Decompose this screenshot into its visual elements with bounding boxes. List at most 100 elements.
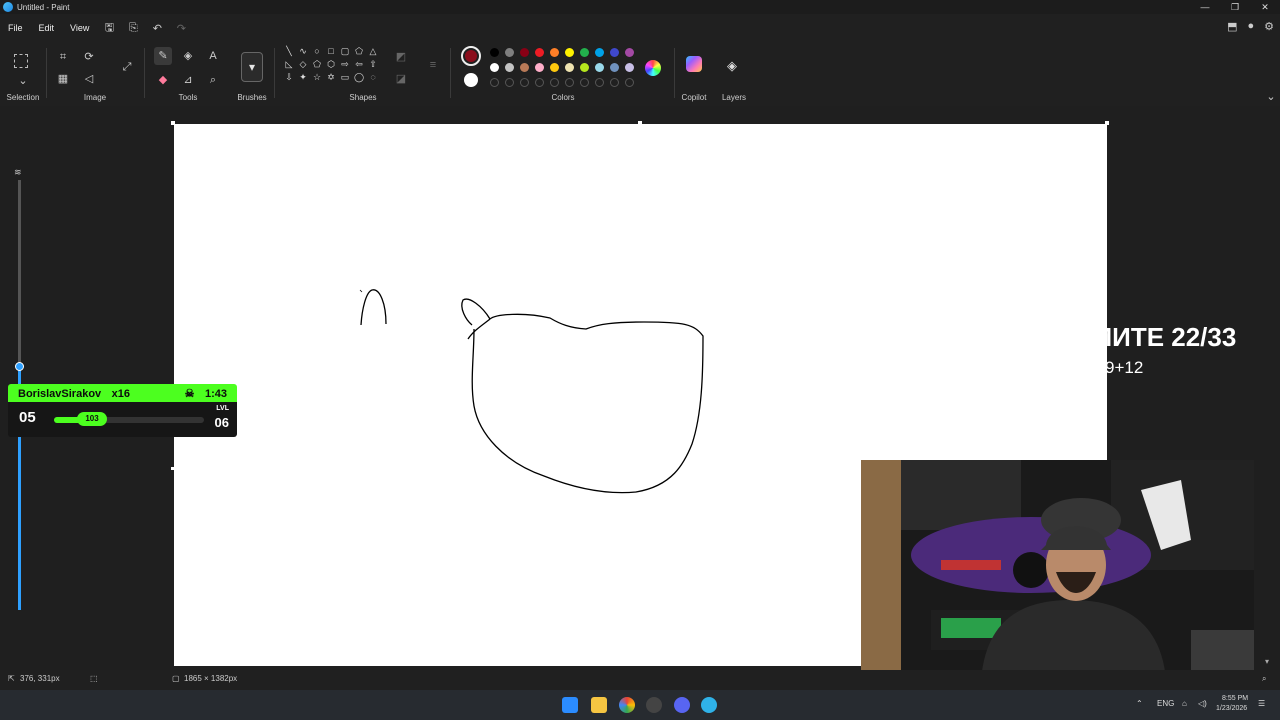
volume-icon[interactable]: ◁) — [1198, 699, 1207, 708]
color-swatch[interactable] — [625, 48, 634, 57]
minimize-button[interactable]: — — [1190, 0, 1220, 14]
layers-icon[interactable]: ◈ — [727, 58, 737, 74]
color-picker-icon[interactable]: ⊿ — [179, 71, 197, 89]
color-swatch[interactable] — [505, 48, 514, 57]
color-swatch[interactable] — [535, 48, 544, 57]
text-icon[interactable]: A — [204, 47, 222, 65]
chevron-down-icon[interactable]: ⌄ — [14, 72, 32, 90]
shapes-gallery[interactable]: ╲ ∿ ○ □ ▢ ⬠ △ ◺ ◇ ⬠ ⬡ ⇨ ⇦ ⇧ ⇩ ✦ ☆ ✡ ▭ ◯ ◌ — [282, 46, 380, 85]
color-swatch[interactable] — [490, 48, 499, 57]
copilot-icon[interactable] — [686, 56, 702, 72]
selection-icon[interactable] — [14, 54, 28, 68]
color-swatch[interactable] — [595, 48, 604, 57]
color-swatch[interactable] — [550, 63, 559, 72]
undo-icon[interactable]: ↶ — [145, 22, 169, 35]
color-swatch[interactable] — [610, 48, 619, 57]
language-indicator[interactable]: ENG — [1157, 699, 1174, 708]
color-swatch[interactable] — [550, 48, 559, 57]
custom-color-slot[interactable] — [565, 78, 574, 87]
up-arrow-shape-icon[interactable]: ⇧ — [366, 59, 380, 72]
magnifier-icon[interactable]: ⌕ — [204, 71, 222, 89]
right-arrow-shape-icon[interactable]: ⇨ — [338, 59, 352, 72]
ribbon-collapse-icon[interactable]: ⌄ — [1262, 88, 1280, 106]
callout-oval-shape-icon[interactable]: ◯ — [352, 72, 366, 85]
close-button[interactable]: ✕ — [1250, 0, 1280, 14]
pentagon-shape-icon[interactable]: ⬠ — [310, 59, 324, 72]
custom-color-slot[interactable] — [505, 78, 514, 87]
custom-color-slot[interactable] — [580, 78, 589, 87]
color-swatch[interactable] — [580, 48, 589, 57]
right-triangle-shape-icon[interactable]: ◺ — [282, 59, 296, 72]
callout-cloud-shape-icon[interactable]: ◌ — [366, 72, 380, 85]
oval-shape-icon[interactable]: ○ — [310, 46, 324, 59]
left-arrow-shape-icon[interactable]: ⇦ — [352, 59, 366, 72]
outline-icon[interactable]: ◩ — [392, 48, 410, 66]
brush-icon[interactable]: ▾ — [241, 52, 263, 82]
obs-icon[interactable] — [646, 697, 662, 713]
polygon-shape-icon[interactable]: ⬠ — [352, 46, 366, 59]
remove-background-icon[interactable]: ▦ — [54, 70, 72, 88]
color-swatch[interactable] — [505, 63, 514, 72]
color-swatch[interactable] — [610, 63, 619, 72]
color-swatch[interactable] — [565, 63, 574, 72]
redo-icon[interactable]: ↷ — [169, 22, 193, 35]
discord-icon[interactable] — [674, 697, 690, 713]
edit-colors-icon[interactable] — [645, 60, 661, 76]
tray-chevron-icon[interactable]: ⌃ — [1136, 699, 1143, 708]
color-swatch[interactable] — [520, 63, 529, 72]
custom-color-slot[interactable] — [535, 78, 544, 87]
pencil-icon[interactable]: ✎ — [154, 47, 172, 65]
fill-icon[interactable]: ◈ — [179, 47, 197, 65]
rotate-icon[interactable]: ⟳ — [80, 48, 98, 66]
flip-icon[interactable]: ◁ — [80, 70, 98, 88]
canvas-handle[interactable] — [1105, 121, 1109, 125]
color-swatch[interactable] — [595, 63, 604, 72]
four-point-star-shape-icon[interactable]: ✦ — [296, 72, 310, 85]
notifications-icon[interactable]: ☰ — [1258, 699, 1265, 708]
color-swatch[interactable] — [580, 63, 589, 72]
eraser-icon[interactable]: ◆ — [154, 71, 172, 89]
primary-color-swatch[interactable] — [461, 46, 481, 66]
menu-file[interactable]: File — [0, 23, 31, 33]
share-icon[interactable]: ⎘ — [121, 22, 145, 35]
curve-shape-icon[interactable]: ∿ — [296, 46, 310, 59]
feedback-icon[interactable]: ⬒ — [1227, 20, 1237, 33]
callout-rectangle-shape-icon[interactable]: ▭ — [338, 72, 352, 85]
custom-color-slot[interactable] — [625, 78, 634, 87]
zoom-slider-handle[interactable] — [15, 362, 24, 371]
network-icon[interactable]: ⌂ — [1182, 699, 1187, 708]
six-point-star-shape-icon[interactable]: ✡ — [324, 72, 338, 85]
secondary-color-swatch[interactable] — [464, 73, 478, 87]
canvas-handle[interactable] — [171, 121, 175, 125]
settings-icon[interactable]: ⚙ — [1264, 20, 1274, 33]
line-shape-icon[interactable]: ╲ — [282, 46, 296, 59]
canvas-handle[interactable] — [171, 467, 174, 470]
custom-color-slot[interactable] — [595, 78, 604, 87]
color-swatch[interactable] — [625, 63, 634, 72]
clock-date[interactable]: 1/23/2026 — [1216, 705, 1247, 712]
custom-color-slot[interactable] — [490, 78, 499, 87]
color-swatch[interactable] — [535, 63, 544, 72]
color-swatch[interactable] — [490, 63, 499, 72]
down-arrow-shape-icon[interactable]: ⇩ — [282, 72, 296, 85]
hexagon-shape-icon[interactable]: ⬡ — [324, 59, 338, 72]
shape-size-icon[interactable]: ≡ — [424, 56, 442, 74]
rectangle-shape-icon[interactable]: □ — [324, 46, 338, 59]
diamond-shape-icon[interactable]: ◇ — [296, 59, 310, 72]
maximize-button[interactable]: ❐ — [1220, 0, 1250, 14]
custom-color-slot[interactable] — [550, 78, 559, 87]
rounded-rectangle-shape-icon[interactable]: ▢ — [338, 46, 352, 59]
scroll-indicator-icon[interactable]: ▾ — [1265, 657, 1269, 666]
paint-taskbar-icon[interactable] — [701, 697, 717, 713]
color-swatch[interactable] — [565, 48, 574, 57]
menu-view[interactable]: View — [62, 23, 97, 33]
five-point-star-shape-icon[interactable]: ☆ — [310, 72, 324, 85]
shape-fill-icon[interactable]: ◪ — [392, 70, 410, 88]
chrome-icon[interactable] — [619, 697, 635, 713]
custom-color-slot[interactable] — [610, 78, 619, 87]
zoom-magnifier-icon[interactable]: ⌕ — [1262, 674, 1266, 684]
custom-color-slot[interactable] — [520, 78, 529, 87]
menu-edit[interactable]: Edit — [31, 23, 63, 33]
color-swatch[interactable] — [520, 48, 529, 57]
save-icon[interactable]: 🖫 — [97, 19, 121, 38]
